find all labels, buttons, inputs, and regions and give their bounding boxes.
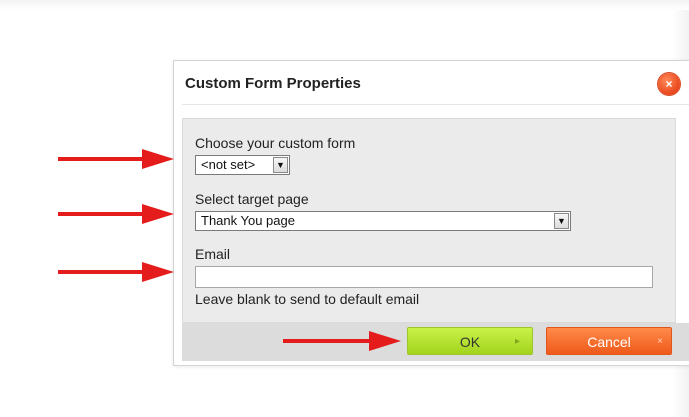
email-field[interactable] [195,266,653,288]
red-arrow-icon [283,331,401,351]
red-arrow-icon [58,204,174,224]
close-icon[interactable]: × [658,73,680,95]
custom-form-label: Choose your custom form [195,135,356,151]
custom-form-properties-dialog: Custom Form Properties × Choose your cus… [173,60,689,366]
chevron-down-icon[interactable]: ▼ [554,213,569,229]
arrow-right-icon: ▸ [514,336,520,347]
top-shadow [0,0,689,10]
email-label: Email [195,246,231,262]
red-arrow-icon [58,262,174,282]
close-icon: × [657,336,663,347]
title-divider [182,104,689,105]
ok-button-label: OK [459,334,481,350]
dialog-body: Choose your custom form <not set> ▼ Sele… [182,118,676,323]
red-arrow-icon [58,149,174,169]
target-page-select-value: Thank You page [201,213,295,228]
dialog-button-bar: OK ▸ Cancel × [182,323,689,361]
ok-button[interactable]: OK ▸ [407,327,533,355]
cancel-button-label: Cancel [587,334,631,350]
cancel-button[interactable]: Cancel × [546,327,672,355]
dialog-title: Custom Form Properties [185,75,361,92]
target-page-select[interactable]: Thank You page ▼ [195,211,571,231]
chevron-down-icon[interactable]: ▼ [273,157,288,173]
email-hint: Leave blank to send to default email [195,291,420,307]
custom-form-select[interactable]: <not set> ▼ [195,155,290,175]
target-page-label: Select target page [195,191,309,207]
custom-form-select-value: <not set> [201,157,256,172]
